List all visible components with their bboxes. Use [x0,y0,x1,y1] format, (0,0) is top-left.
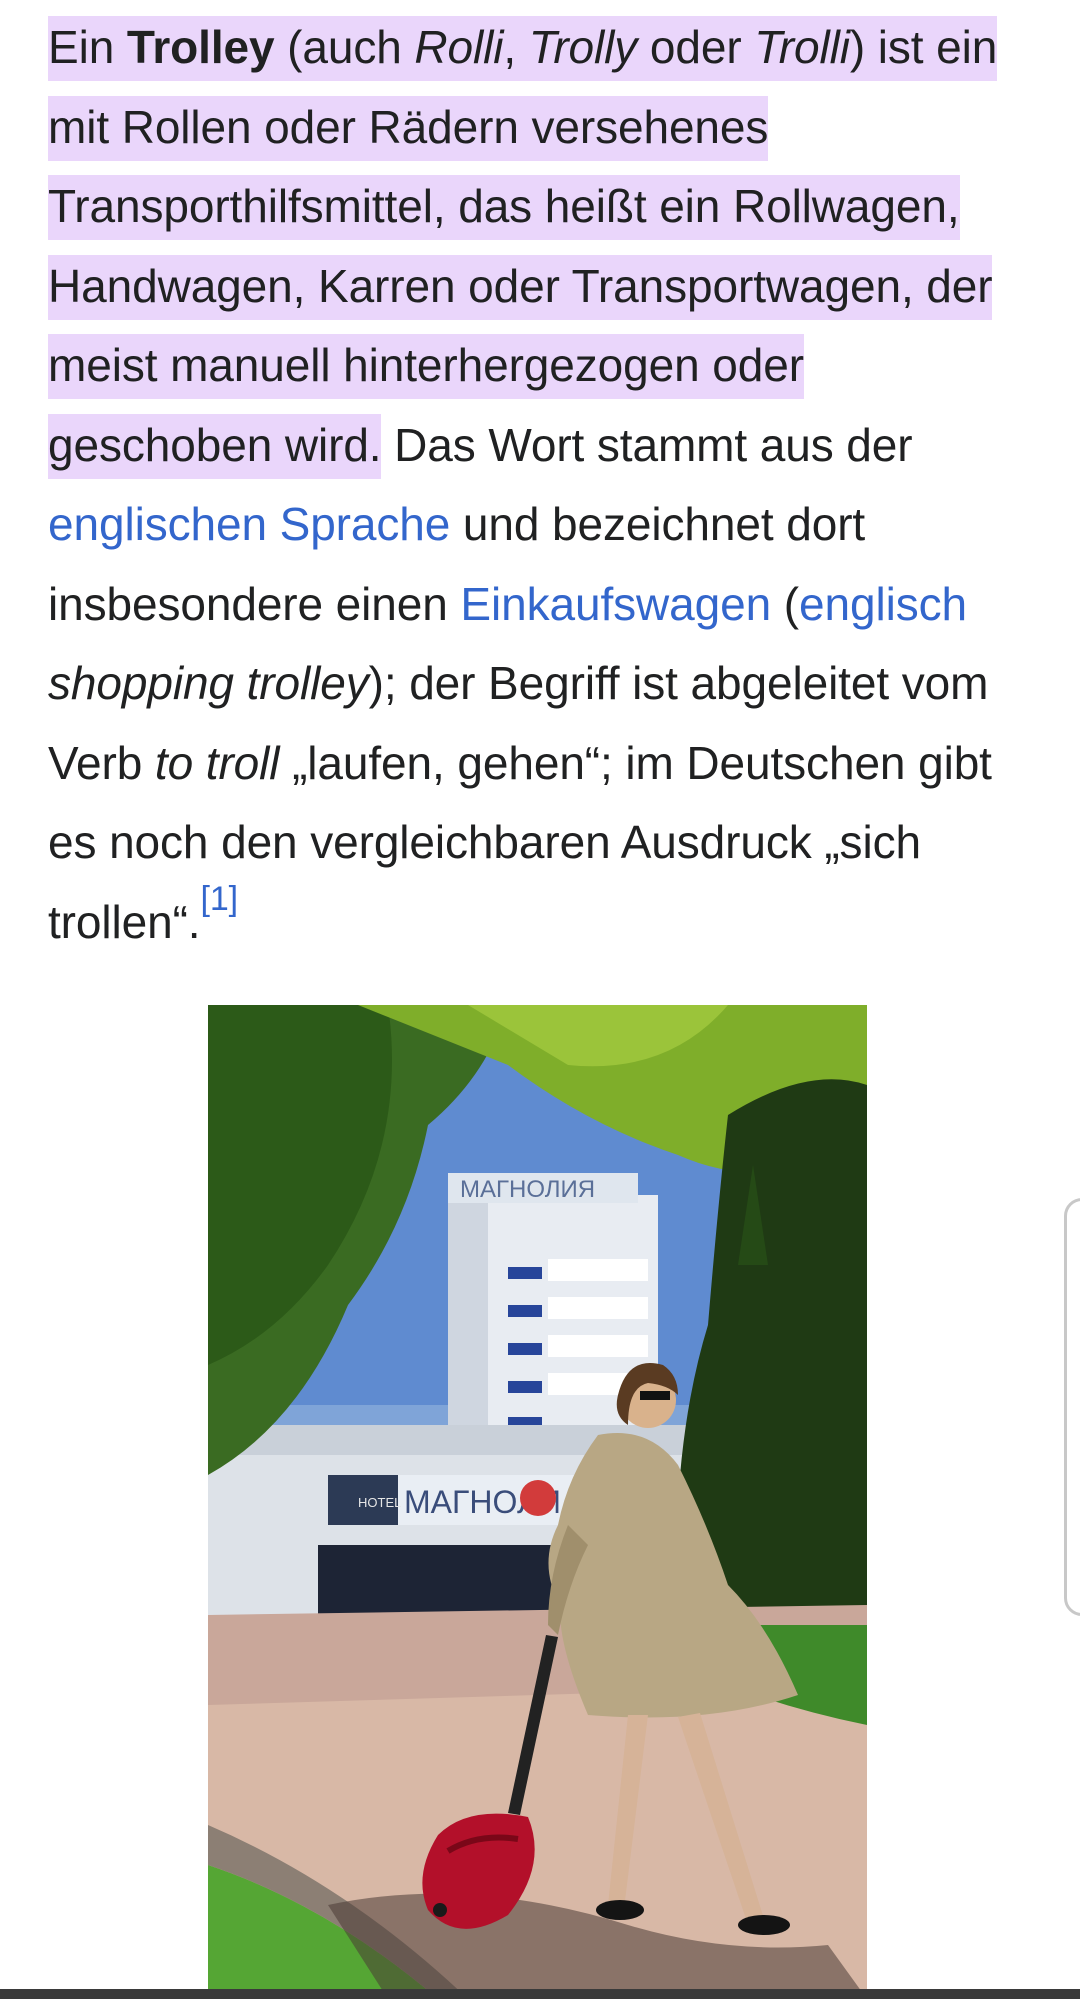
selected-text-highlight[interactable]: Ein Trolley (auch Rolli, Trolly oder Tro… [48,16,997,479]
text-segment: ( [771,577,800,630]
fast-scroll-handle[interactable] [1064,1198,1080,1616]
text-segment: oder [637,21,755,73]
alt-name: Trolly [528,21,638,73]
link-englische-sprache[interactable]: englischen Sprache [48,498,450,550]
english-term: shopping trolley [48,657,369,709]
bottom-edge-bar [0,1989,1080,1999]
english-verb: to troll [154,736,280,789]
text-segment: (auch [274,21,415,73]
intro-paragraph: Ein Trolley (auch Rolli, Trolly oder Tro… [48,8,1038,962]
link-englisch[interactable]: englisch [799,578,967,630]
text-segment: , [503,21,529,73]
text-segment: ) ist ein mit Rollen oder Rädern versehe… [48,21,998,471]
article-image[interactable]: МАГНОЛИЯ МАГНОЛИ HOTEL [208,1005,867,1999]
article-body: Ein Trolley (auch Rolli, Trolly oder Tro… [48,8,1038,962]
article-term: Trolley [126,21,275,73]
reference-link[interactable]: [1] [201,880,239,918]
text-segment: Das Wort stammt aus der [381,418,913,471]
link-einkaufswagen[interactable]: Einkaufswagen [460,578,771,630]
text-segment: Ein [48,21,127,73]
hotel-sign-top: МАГНОЛИЯ [460,1176,595,1203]
hotel-small-sign: HOTEL [358,1495,401,1510]
alt-name: Trolli [754,21,850,73]
alt-name: Rolli [414,21,504,73]
